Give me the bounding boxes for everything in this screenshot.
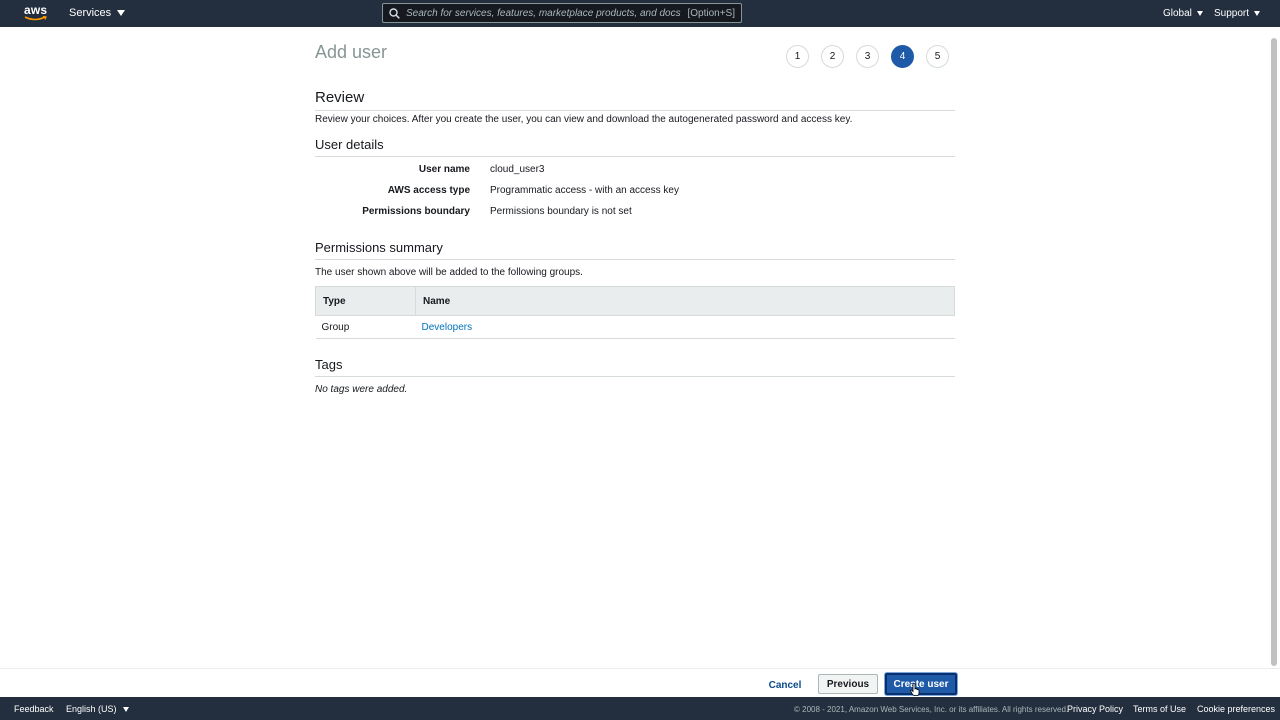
access-type-label: AWS access type <box>387 185 470 196</box>
cookie-preferences-link[interactable]: Cookie preferences <box>1197 704 1275 714</box>
access-type-value: Programmatic access - with an access key <box>490 185 679 196</box>
wizard-steps: 1 2 3 4 5 <box>786 45 949 68</box>
wizard-action-bar <box>0 668 1280 697</box>
previous-button[interactable]: Previous <box>818 674 878 694</box>
region-selector[interactable]: Global <box>1163 8 1203 19</box>
permissions-table: Type Name Group Developers <box>315 286 955 339</box>
hand-pointer-icon <box>910 683 920 696</box>
terms-of-use-link[interactable]: Terms of Use <box>1133 704 1186 714</box>
caret-down-icon <box>1254 11 1261 16</box>
global-search[interactable]: [Option+S] <box>382 3 742 23</box>
search-shortcut-hint: [Option+S] <box>687 7 735 19</box>
tags-heading: Tags <box>315 357 955 377</box>
caret-down-icon <box>117 10 126 16</box>
permissions-boundary-label: Permissions boundary <box>362 206 470 217</box>
search-input[interactable] <box>406 7 688 19</box>
user-details-heading: User details <box>315 137 955 157</box>
user-name-label: User name <box>418 164 470 175</box>
column-header-type: Type <box>315 286 416 316</box>
create-user-button[interactable]: Create user <box>885 673 957 695</box>
top-navigation-bar: aws Services [Option+S] Global Support <box>0 0 1280 27</box>
wizard-step-1[interactable]: 1 <box>786 45 809 68</box>
language-label: English (US) <box>66 704 117 714</box>
support-menu[interactable]: Support <box>1214 8 1261 19</box>
wizard-step-5[interactable]: 5 <box>926 45 949 68</box>
console-footer: Feedback English (US) © 2008 - 2021, Ama… <box>0 697 1280 720</box>
table-row: Group Developers <box>315 315 955 339</box>
services-label: Services <box>69 7 112 19</box>
services-menu[interactable]: Services <box>69 7 126 19</box>
page-title: Add user <box>315 42 388 62</box>
privacy-policy-link[interactable]: Privacy Policy <box>1067 704 1123 714</box>
tags-empty-text: No tags were added. <box>315 384 408 395</box>
cell-name: Developers <box>415 315 955 339</box>
group-link-developers[interactable]: Developers <box>422 322 473 333</box>
feedback-link[interactable]: Feedback <box>14 704 54 714</box>
page-scrollbar[interactable] <box>1271 38 1277 666</box>
wizard-step-4[interactable]: 4 <box>891 45 914 68</box>
wizard-step-2[interactable]: 2 <box>821 45 844 68</box>
review-description: Review your choices. After you create th… <box>315 114 853 125</box>
permissions-summary-description: The user shown above will be added to th… <box>315 267 583 278</box>
region-label: Global <box>1163 8 1192 19</box>
permissions-boundary-value: Permissions boundary is not set <box>490 206 632 217</box>
search-icon <box>389 7 400 19</box>
language-selector[interactable]: English (US) <box>66 704 129 714</box>
aws-logo-text: aws <box>24 3 48 17</box>
table-header-row: Type Name <box>315 286 955 316</box>
aws-smile-icon <box>24 16 47 21</box>
cell-type: Group <box>315 315 416 339</box>
column-header-name: Name <box>415 286 955 316</box>
aws-logo[interactable]: aws <box>24 3 48 23</box>
permissions-summary-heading: Permissions summary <box>315 240 955 260</box>
caret-down-icon <box>122 706 129 712</box>
copyright-text: © 2008 - 2021, Amazon Web Services, Inc.… <box>794 705 1069 714</box>
caret-down-icon <box>1196 11 1203 16</box>
support-label: Support <box>1214 8 1250 19</box>
cancel-button[interactable]: Cancel <box>762 676 808 694</box>
wizard-step-3[interactable]: 3 <box>856 45 879 68</box>
review-heading: Review <box>315 89 955 111</box>
user-name-value: cloud_user3 <box>490 164 545 175</box>
